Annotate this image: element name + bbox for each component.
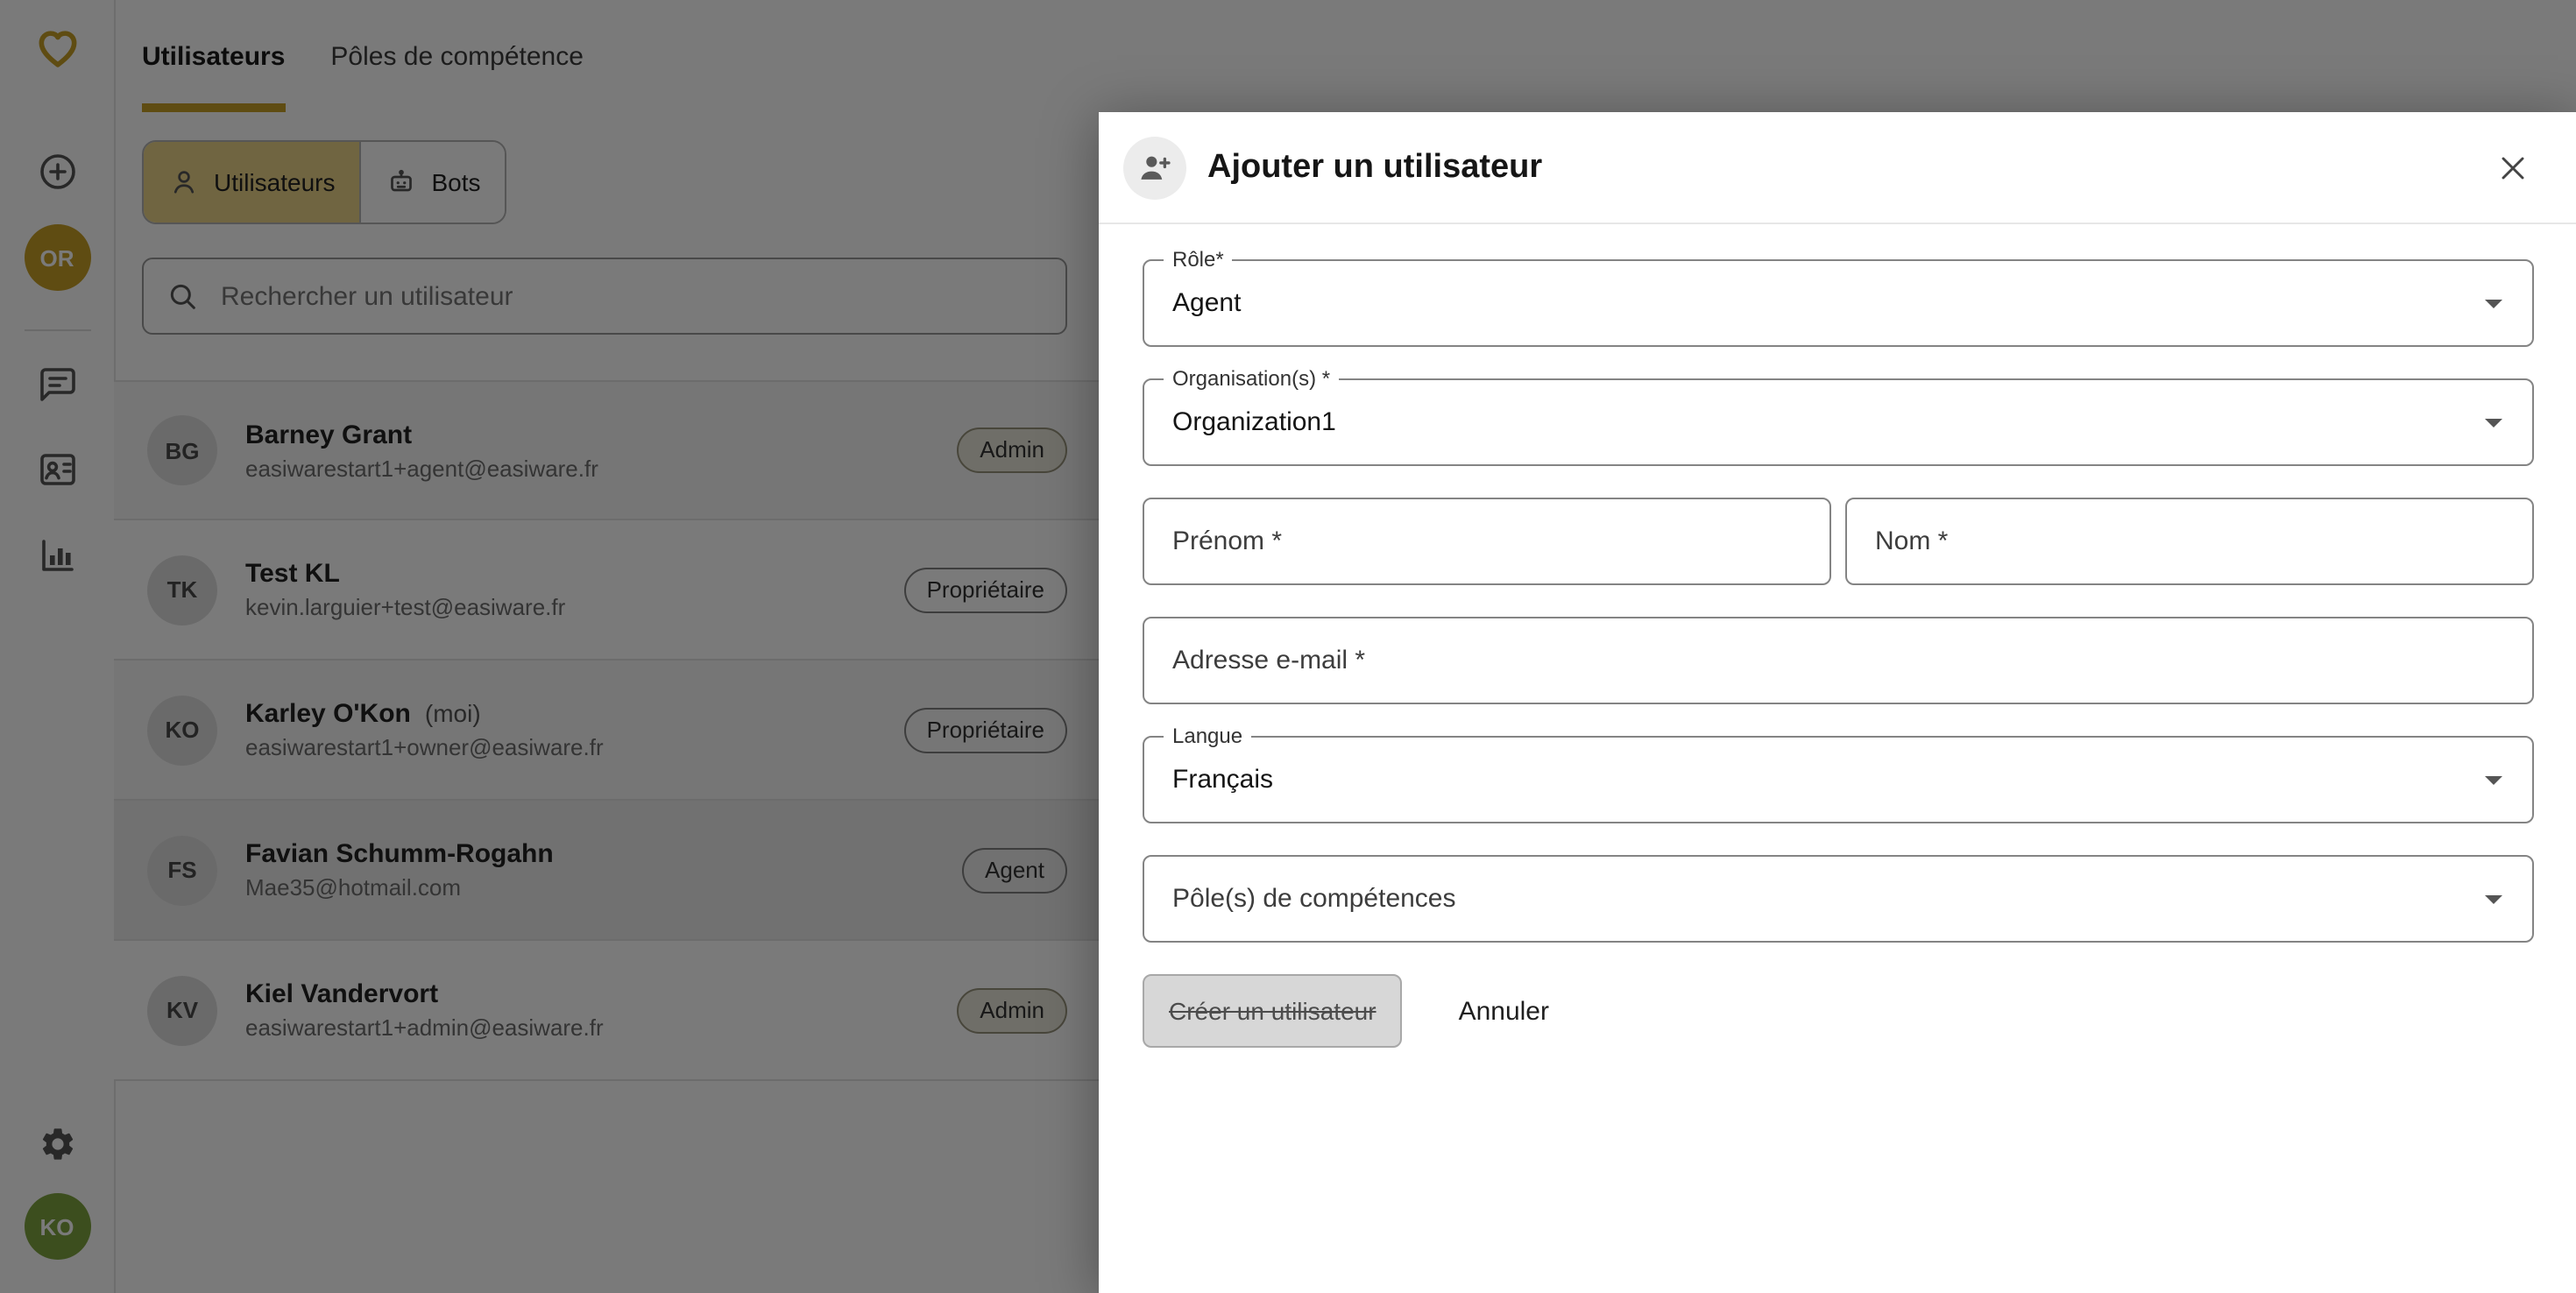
close-button[interactable] [2488,143,2537,192]
app-window: OR [0,0,2576,1293]
close-icon [2494,148,2532,187]
add-user-form: Rôle* Agent Organisation(s) * Organizati… [1099,224,2576,1048]
organisation-value: Organization1 [1172,407,1336,437]
lastname-field[interactable]: Nom * [1845,498,2534,585]
dialog-actions: Créer un utilisateur Annuler [1143,974,2534,1048]
role-select[interactable]: Rôle* Agent [1143,259,2534,347]
email-field[interactable]: Adresse e-mail * [1143,617,2534,704]
role-value: Agent [1172,288,1241,318]
person-add-icon [1136,148,1174,187]
chevron-down-icon [2473,401,2515,443]
language-label: Langue [1164,724,1251,748]
firstname-label: Prénom * [1172,526,1282,556]
language-value: Français [1172,765,1273,795]
lastname-label: Nom * [1875,526,1948,556]
cancel-button[interactable]: Annuler [1448,994,1560,1028]
role-label: Rôle* [1164,247,1233,272]
organisation-label: Organisation(s) * [1164,366,1339,391]
poles-label: Pôle(s) de compétences [1172,884,1456,914]
organisation-select[interactable]: Organisation(s) * Organization1 [1143,378,2534,466]
chevron-down-icon [2473,282,2515,324]
dialog-title: Ajouter un utilisateur [1207,148,1542,187]
dialog-avatar [1123,136,1186,199]
create-user-button[interactable]: Créer un utilisateur [1143,974,1403,1048]
name-fields-row: Prénom * Nom * [1143,498,2534,617]
chevron-down-icon [2473,878,2515,920]
language-select[interactable]: Langue Français [1143,736,2534,823]
email-label: Adresse e-mail * [1172,646,1365,675]
dialog-header: Ajouter un utilisateur [1099,112,2576,224]
poles-select[interactable]: Pôle(s) de compétences [1143,855,2534,943]
chevron-down-icon [2473,759,2515,801]
add-user-dialog: Ajouter un utilisateur Rôle* Agent Organ… [1099,112,2576,1293]
firstname-field[interactable]: Prénom * [1143,498,1831,585]
